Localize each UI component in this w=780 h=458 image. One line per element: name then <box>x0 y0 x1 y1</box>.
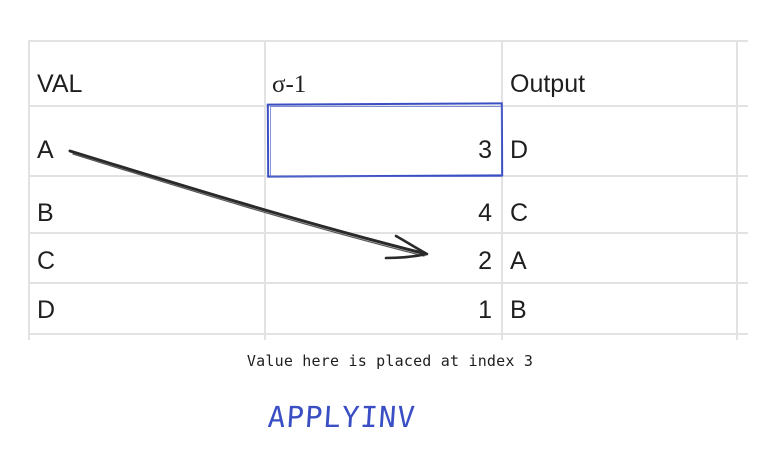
arrow-head <box>384 234 429 260</box>
annotation-note: Value here is placed at index 3 <box>246 352 534 370</box>
function-label: APPLYINV <box>266 400 417 434</box>
arrow-shaft <box>68 149 428 256</box>
arrow-overlay <box>68 149 429 260</box>
